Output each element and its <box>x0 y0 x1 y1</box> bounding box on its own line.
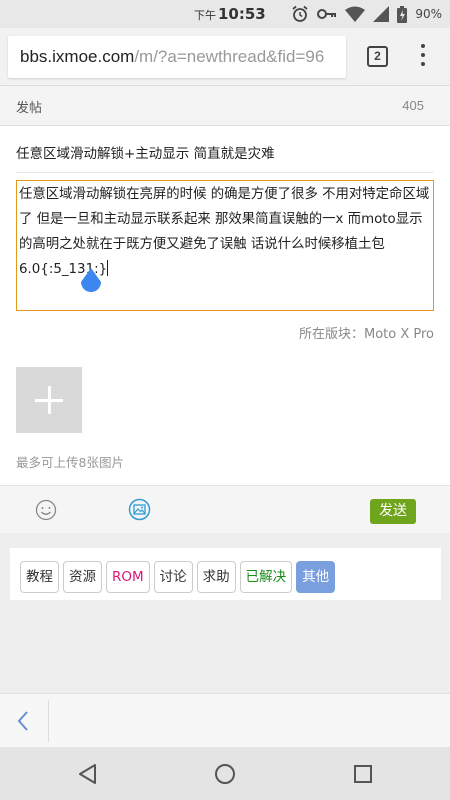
system-home-icon[interactable] <box>214 763 236 785</box>
url-path: /m/?a=newthread&fid=96 <box>134 47 325 66</box>
system-recents-icon[interactable] <box>353 764 373 784</box>
browser-toolbar: bbs.ixmoe.com/m/?a=newthread&fid=96 2 <box>0 28 450 86</box>
url-text: bbs.ixmoe.com/m/?a=newthread&fid=96 <box>20 47 324 67</box>
menu-dots-icon[interactable] <box>418 44 428 70</box>
send-button[interactable]: 发送 <box>370 499 416 524</box>
system-back-icon[interactable] <box>77 763 99 785</box>
char-count: 405 <box>402 98 424 113</box>
category-rom[interactable]: ROM <box>106 561 150 593</box>
category-solved[interactable]: 已解决 <box>239 561 293 593</box>
emoji-icon[interactable] <box>35 499 57 521</box>
category-help[interactable]: 求助 <box>196 561 236 593</box>
category-other[interactable]: 其他 <box>296 561 336 593</box>
category-resources[interactable]: 资源 <box>63 561 102 593</box>
subject-input[interactable]: 任意区域滑动解锁+主动显示 简直就是灾难 <box>16 142 434 173</box>
category-panel: 教程 资源 ROM 讨论 求助 已解决 其他 <box>10 548 441 600</box>
category-area: 教程 资源 ROM 讨论 求助 已解决 其他 <box>0 533 450 693</box>
content-text: 任意区域滑动解锁在亮屏的时候 的确是方便了很多 不用对特定命区域了 但是一旦和主… <box>19 187 430 277</box>
upload-hint: 最多可上传8张图片 <box>16 455 124 470</box>
category-tutorial[interactable]: 教程 <box>20 561 59 593</box>
category-discussion[interactable]: 讨论 <box>153 561 193 593</box>
clock: 下午 10:53 <box>194 5 266 23</box>
key-icon <box>317 9 337 19</box>
signal-icon <box>373 6 390 22</box>
clock-time: 10:53 <box>218 5 266 23</box>
system-nav-bar <box>0 747 450 800</box>
image-icon[interactable] <box>128 498 151 521</box>
status-bar: 下午 10:53 90% <box>0 0 450 28</box>
cursor-handle-icon[interactable] <box>80 268 102 296</box>
alarm-icon <box>292 5 308 22</box>
forum-label: 所在版块：Moto X Pro <box>298 327 434 342</box>
battery-icon <box>397 5 408 23</box>
content-textarea[interactable]: 任意区域滑动解锁在亮屏的时候 的确是方便了很多 不用对特定命区域了 但是一旦和主… <box>16 180 434 311</box>
category-list: 教程 资源 ROM 讨论 求助 已解决 其他 <box>20 561 336 593</box>
page-title: 发帖 <box>16 101 43 116</box>
battery-percent: 90% <box>415 7 442 21</box>
url-bar[interactable]: bbs.ixmoe.com/m/?a=newthread&fid=96 <box>8 36 346 78</box>
nav-divider <box>48 700 49 742</box>
compose-toolbar: 发送 <box>0 485 450 533</box>
bottom-nav <box>0 693 450 747</box>
clock-ampm: 下午 <box>194 9 216 22</box>
page-header: 发帖 405 <box>0 86 450 126</box>
tab-switcher-button[interactable]: 2 <box>367 46 388 67</box>
text-cursor <box>107 260 109 276</box>
url-host: bbs.ixmoe.com <box>20 47 135 66</box>
status-icons: 90% <box>291 5 442 23</box>
back-chevron-icon[interactable] <box>16 710 30 732</box>
wifi-icon <box>345 6 366 22</box>
add-image-button[interactable] <box>16 367 82 433</box>
